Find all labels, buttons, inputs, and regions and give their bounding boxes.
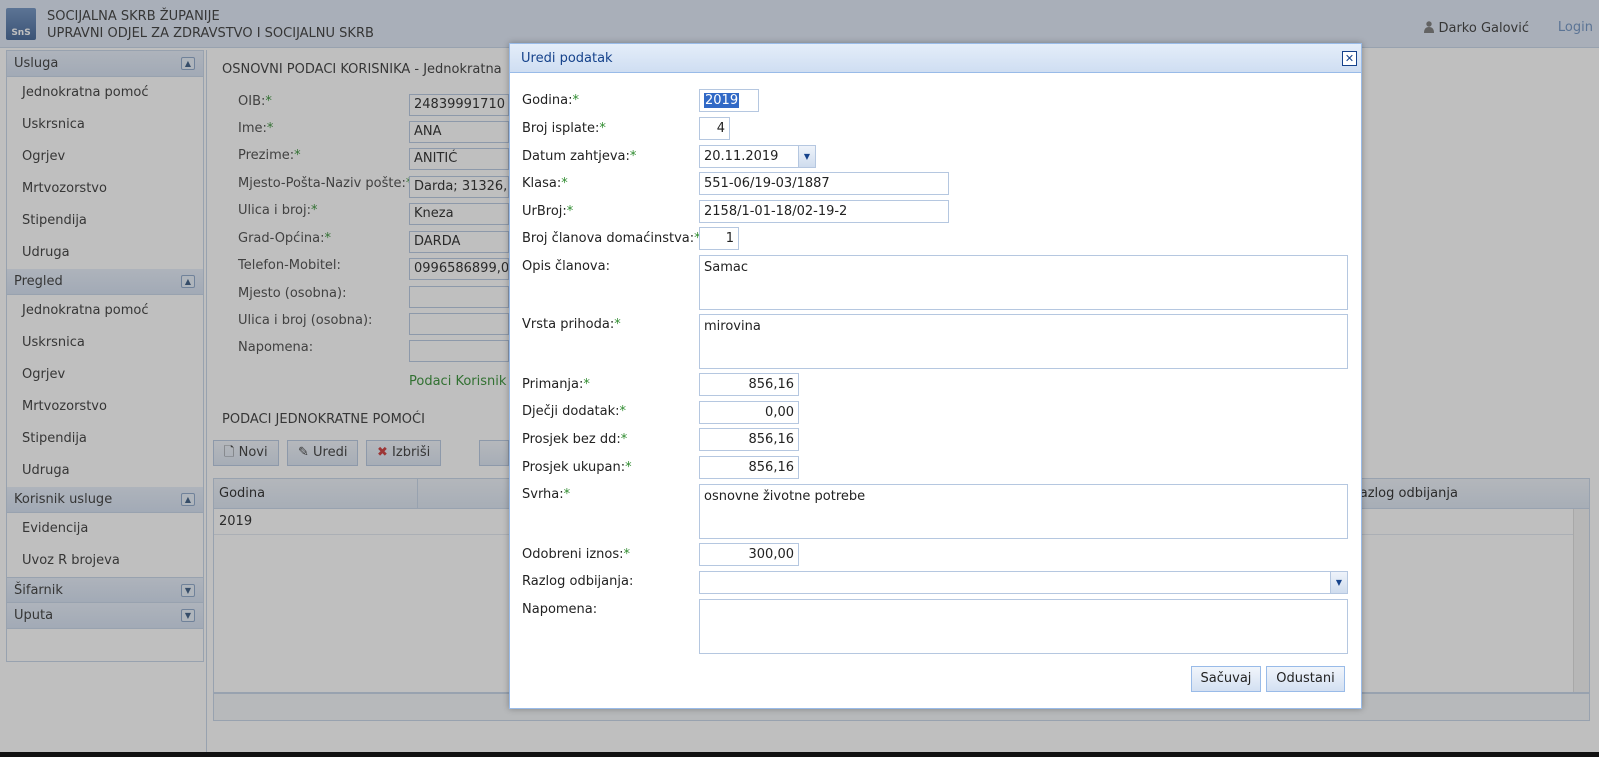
djecji-dodatak-field[interactable]: 0,00 [699,401,799,424]
godina-field[interactable]: 2019 [699,89,759,112]
label-broj-isplate: Broj isplate:* [522,121,606,136]
close-icon[interactable]: ✕ [1342,51,1357,66]
label-djecji-dodatak: Dječji dodatak:* [522,404,627,419]
label-svrha: Svrha:* [522,487,571,502]
label-urbroj: UrBroj:* [522,204,574,219]
label-prosjek-bez-dd: Prosjek bez dd:* [522,432,628,447]
broj-isplate-field[interactable]: 4 [699,117,730,140]
broj-clanova-field[interactable]: 1 [699,227,739,250]
label-razlog-odbijanja: Razlog odbijanja: [522,574,634,589]
datum-zahtjeva-field[interactable]: 20.11.2019 ▼ [699,145,816,168]
label-godina: Godina:* [522,93,579,108]
label-klasa: Klasa:* [522,176,568,191]
odobreni-iznos-field[interactable]: 300,00 [699,543,799,566]
klasa-field[interactable]: 551-06/19-03/1887 [699,172,949,195]
label-datum-zahtjeva: Datum zahtjeva:* [522,149,637,164]
label-prosjek-ukupan: Prosjek ukupan:* [522,460,632,475]
chevron-down-icon[interactable]: ▼ [798,146,815,167]
prosjek-ukupan-field[interactable]: 856,16 [699,456,799,479]
prosjek-bez-dd-field[interactable]: 856,16 [699,428,799,451]
razlog-odbijanja-select[interactable]: ▼ [699,571,1348,594]
primanja-field[interactable]: 856,16 [699,373,799,396]
opis-clanova-field[interactable]: Samac [699,255,1348,310]
urbroj-field[interactable]: 2158/1-01-18/02-19-2 [699,200,949,223]
svrha-field[interactable]: osnovne životne potrebe [699,484,1348,539]
label-vrsta-prihoda: Vrsta prihoda:* [522,317,621,332]
napomena-field[interactable] [699,599,1348,654]
cancel-button[interactable]: Odustani [1266,666,1345,692]
edit-dialog: Uredi podatak ✕ Godina:* 2019 Broj ispla… [509,43,1362,709]
label-broj-clanova: Broj članova domaćinstva:* [522,231,701,246]
label-napomena: Napomena: [522,602,598,617]
save-button[interactable]: Sačuvaj [1191,666,1261,692]
vrsta-prihoda-field[interactable]: mirovina [699,314,1348,369]
taskbar-strip [0,752,1599,757]
label-opis-clanova: Opis članova: [522,259,610,274]
chevron-down-icon[interactable]: ▼ [1330,572,1347,593]
dialog-header: Uredi podatak ✕ [510,44,1361,73]
label-primanja: Primanja:* [522,377,590,392]
dialog-title: Uredi podatak [521,51,613,66]
label-odobreni-iznos: Odobreni iznos:* [522,547,631,562]
